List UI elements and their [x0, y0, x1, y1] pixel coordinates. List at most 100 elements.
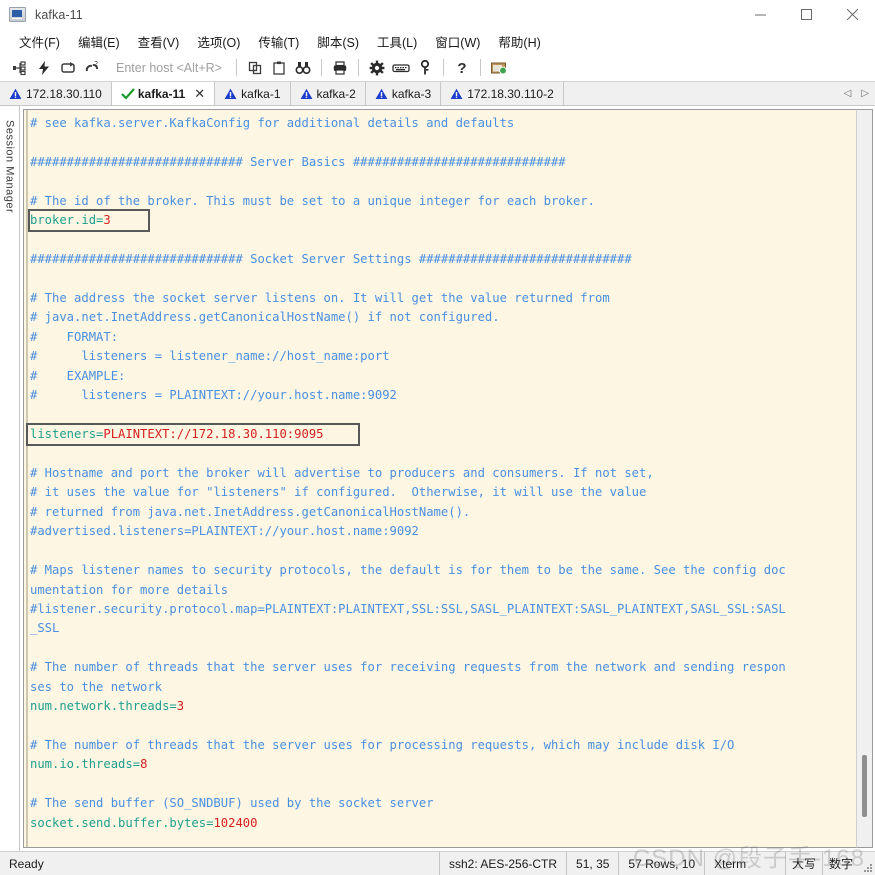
host-input[interactable]: Enter host <Alt+R> — [112, 59, 226, 77]
resize-grip[interactable] — [859, 852, 875, 875]
config-comment: # The number of threads that the server … — [30, 738, 735, 752]
status-numlock: 数字 — [821, 852, 859, 875]
terminal-container: # see kafka.server.KafkaConfig for addit… — [20, 106, 875, 851]
new-session-icon[interactable] — [9, 57, 31, 79]
terminal-line: # The id of the broker. This must be set… — [30, 192, 854, 211]
keymap-icon[interactable] — [390, 57, 412, 79]
config-comment — [30, 408, 37, 422]
config-value: PLAINTEXT://172.18.30.110:9095 — [103, 427, 324, 441]
status-encryption: ssh2: AES-256-CTR — [440, 852, 568, 875]
status-capslock: 大写 — [784, 852, 822, 875]
menu-window[interactable]: 窗口(W) — [426, 30, 489, 53]
config-comment: # java.net.InetAddress.getCanonicalHostN… — [30, 310, 500, 325]
capture-icon[interactable] — [488, 57, 510, 79]
terminal-line: #advertised.listeners=PLAINTEXT://your.h… — [30, 522, 854, 541]
menu-script[interactable]: 脚本(S) — [308, 30, 368, 53]
toolbar: 2 Enter host <Alt+R> ? — [0, 54, 875, 82]
terminal-line: listeners=PLAINTEXT://172.18.30.110:9095 — [30, 425, 854, 444]
config-value: 102400 — [213, 815, 258, 830]
terminal-line: ses to the network — [30, 678, 854, 697]
status-ready: Ready — [0, 852, 440, 875]
config-key: listeners= — [30, 427, 104, 441]
config-value: 8 — [140, 757, 148, 772]
config-comment — [30, 233, 37, 247]
tab-kafka-3[interactable]: kafka-3 — [365, 82, 442, 105]
menu-tools[interactable]: 工具(L) — [368, 30, 426, 53]
tab-kafka-11[interactable]: kafka-11 ✕ — [111, 82, 216, 105]
disconnect-icon[interactable]: 2 — [81, 57, 103, 79]
config-comment: _SSL — [30, 621, 60, 636]
tab-label: kafka-2 — [316, 86, 356, 101]
tab-label: kafka-11 — [137, 86, 186, 101]
help-icon[interactable]: ? — [451, 57, 473, 79]
config-comment — [30, 174, 37, 188]
quick-connect-icon[interactable] — [33, 57, 55, 79]
terminal-line — [30, 270, 854, 289]
terminal-line: # java.net.InetAddress.getCanonicalHostN… — [30, 308, 854, 327]
status-bar: Ready ssh2: AES-256-CTR 51, 35 57 Rows, … — [0, 851, 875, 875]
toolbar-separator-1 — [235, 59, 237, 76]
maximize-button[interactable] — [783, 0, 829, 30]
close-button[interactable] — [829, 0, 875, 30]
menu-help[interactable]: 帮助(H) — [489, 30, 549, 53]
terminal-output[interactable]: # see kafka.server.KafkaConfig for addit… — [23, 109, 856, 848]
tab-172-18-30-110-2[interactable]: 172.18.30.110-2 — [441, 82, 564, 105]
menu-view[interactable]: 查看(V) — [129, 30, 189, 53]
terminal-line: # The number of threads that the server … — [30, 736, 854, 755]
settings-gear-icon[interactable] — [366, 57, 388, 79]
config-comment: # returned from java.net.InetAddress.get… — [30, 504, 471, 519]
config-comment: # listeners = listener_name://host_name:… — [30, 349, 390, 364]
paste-icon[interactable] — [268, 57, 290, 79]
config-comment: # Maps listener names to security protoc… — [30, 563, 786, 578]
menu-bar: 文件(F) 编辑(E) 查看(V) 选项(O) 传输(T) 脚本(S) 工具(L… — [0, 30, 875, 54]
terminal-line — [30, 639, 854, 658]
terminal-line: # Hostname and port the broker will adve… — [30, 464, 854, 483]
tab-kafka-2[interactable]: kafka-2 — [290, 82, 366, 105]
tab-scroll-right-icon[interactable]: ▷ — [861, 88, 869, 99]
config-comment: # FORMAT: — [30, 329, 119, 344]
copy-icon[interactable] — [244, 57, 266, 79]
terminal-line: broker.id=3 — [30, 211, 854, 230]
tab-close-icon[interactable]: ✕ — [194, 87, 205, 100]
tab-kafka-1[interactable]: kafka-1 — [215, 82, 291, 105]
config-key: socket.send.buffer.bytes= — [30, 815, 214, 830]
status-rows: 57 Rows, 10 — [619, 852, 706, 875]
warning-icon — [224, 88, 237, 100]
menu-transfer[interactable]: 传输(T) — [249, 30, 308, 53]
config-comment — [30, 446, 37, 460]
menu-options[interactable]: 选项(O) — [188, 30, 249, 53]
config-key: num.network.threads= — [30, 699, 177, 714]
scrollbar-thumb[interactable] — [862, 755, 867, 817]
key-icon[interactable] — [414, 57, 436, 79]
config-comment: umentation for more details — [30, 582, 229, 597]
terminal-scrollbar[interactable] — [856, 109, 873, 848]
minimize-button[interactable] — [737, 0, 783, 30]
terminal-line: num.network.threads=3 — [30, 697, 854, 716]
terminal-line: # FORMAT: — [30, 328, 854, 347]
tab-label: 172.18.30.110 — [26, 86, 102, 101]
terminal-line: ############################# Socket Ser… — [30, 250, 854, 269]
find-icon[interactable] — [292, 57, 314, 79]
session-manager-strip[interactable]: Session Manager — [0, 106, 20, 851]
config-comment: #advertised.listeners=PLAINTEXT://your.h… — [30, 524, 419, 539]
config-comment — [30, 135, 37, 149]
terminal-line: # EXAMPLE: — [30, 367, 854, 386]
terminal-line: # Maps listener names to security protoc… — [30, 561, 854, 580]
terminal-line — [30, 172, 854, 191]
tab-scroll-left-icon[interactable]: ◁ — [844, 88, 852, 99]
toolbar-separator-3 — [357, 59, 359, 76]
print-icon[interactable] — [329, 57, 351, 79]
main-area: Session Manager # see kafka.server.Kafka… — [0, 106, 875, 851]
menu-edit[interactable]: 编辑(E) — [69, 30, 129, 53]
tab-172-18-30-110[interactable]: 172.18.30.110 — [0, 82, 112, 105]
config-comment — [30, 835, 37, 847]
tab-scroll-controls: ◁ ▷ — [837, 82, 875, 105]
menu-file[interactable]: 文件(F) — [10, 30, 69, 53]
config-comment — [30, 777, 37, 791]
tab-list: 172.18.30.110 kafka-11 ✕ kafka-1 kafka-2… — [0, 82, 838, 105]
app-icon — [9, 6, 27, 24]
terminal-line — [30, 444, 854, 463]
config-comment: #listener.security.protocol.map=PLAINTEX… — [30, 601, 786, 616]
svg-text:2: 2 — [94, 60, 98, 68]
reconnect-icon[interactable] — [57, 57, 79, 79]
